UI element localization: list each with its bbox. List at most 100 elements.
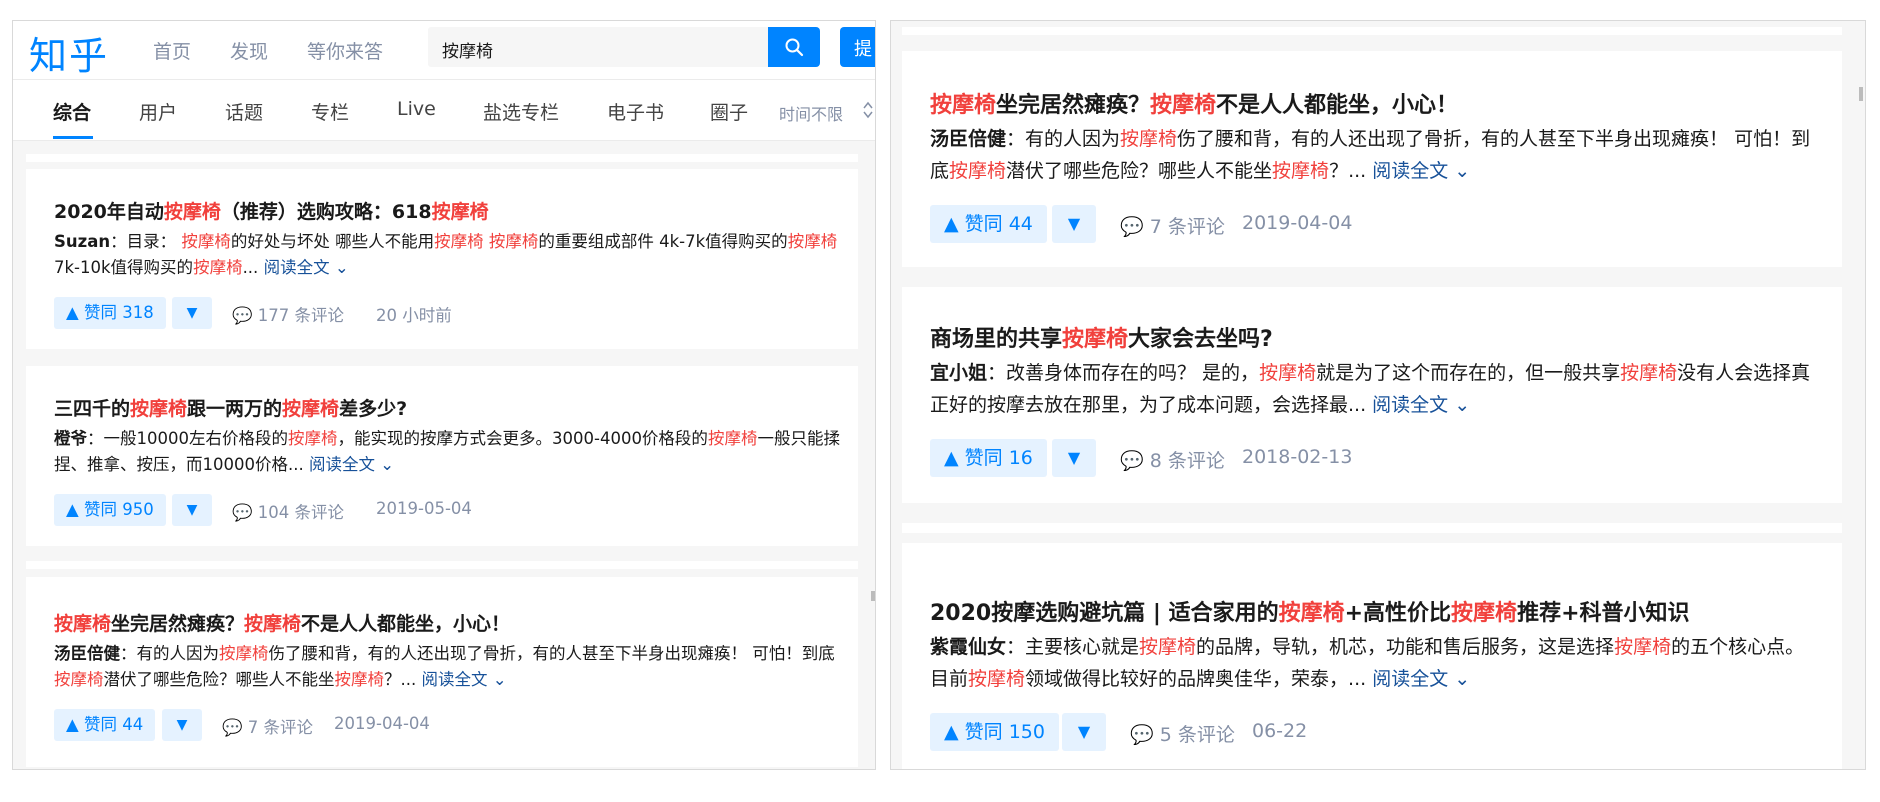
tab-circles[interactable]: 圈子	[710, 98, 748, 125]
right-screenshot-panel: 按摩椅坐完居然瘫痪？按摩椅不是人人都能坐，小心！ 汤臣倍健：有的人因为按摩椅伤了…	[890, 20, 1866, 770]
read-more-link[interactable]: 阅读全文 ⌄	[422, 670, 507, 689]
triangle-down-icon: ▼	[1077, 722, 1091, 741]
card-actions: ▲ 赞同 150 ▼ 💬 5 条评论 06-22	[930, 713, 1820, 751]
comments-link[interactable]: 💬 104 条评论	[232, 499, 344, 523]
upvote-button[interactable]: ▲ 赞同 44	[54, 709, 156, 741]
nav-waiting-answers[interactable]: 等你来答	[307, 37, 383, 64]
upvote-button[interactable]: ▲ 赞同 16	[930, 439, 1047, 477]
tab-columns[interactable]: 专栏	[311, 98, 349, 125]
search-icon	[785, 38, 804, 57]
read-more-link[interactable]: 阅读全文 ⌄	[264, 258, 349, 277]
chevron-down-icon: ⌄	[492, 670, 507, 690]
comments-link[interactable]: 💬 7 条评论	[1120, 212, 1225, 239]
result-card: 商场里的共享按摩椅大家会去坐吗? 宜小姐：改善身体而存在的吗？ 是的，按摩椅就是…	[902, 287, 1842, 503]
chevron-updown-icon[interactable]	[863, 100, 873, 120]
search-tabs: 综合 用户 话题 专栏 Live 盐选专栏 电子书 圈子 时间不限	[13, 80, 875, 141]
triangle-up-icon: ▲	[944, 213, 959, 235]
card-title[interactable]: 2020按摩选购避坑篇 | 适合家用的按摩椅+高性价比按摩椅推荐+科普小知识	[930, 595, 1690, 627]
upvote-button[interactable]: ▲ 赞同 150	[930, 713, 1059, 751]
nav-discover[interactable]: 发现	[230, 37, 268, 64]
post-time: 06-22	[1252, 720, 1308, 742]
comment-icon: 💬	[1120, 216, 1144, 238]
comments-link[interactable]: 💬 177 条评论	[232, 302, 344, 326]
author-name: 汤臣倍健	[54, 644, 120, 663]
card-title[interactable]: 商场里的共享按摩椅大家会去坐吗?	[930, 321, 1273, 353]
tab-salt-columns[interactable]: 盐选专栏	[483, 98, 559, 125]
comment-icon: 💬	[222, 718, 243, 737]
card-actions: ▲ 赞同 318 ▼ 💬 177 条评论 20 小时前	[54, 297, 844, 329]
tab-live[interactable]: Live	[397, 98, 436, 120]
tab-general[interactable]: 综合	[53, 98, 91, 125]
triangle-down-icon: ▼	[1067, 448, 1081, 467]
card-excerpt: 汤臣倍健：有的人因为按摩椅伤了腰和背，有的人还出现了骨折，有的人甚至下半身出现瘫…	[54, 644, 835, 690]
result-card: 2020年自动按摩椅（推荐）选购攻略：618按摩椅 Suzan：目录： 按摩椅的…	[26, 169, 858, 349]
triangle-down-icon: ▼	[186, 502, 198, 518]
author-name: 紫霞仙女	[930, 636, 1007, 658]
post-time: 2019-04-04	[1242, 212, 1353, 234]
downvote-button[interactable]: ▼	[1052, 205, 1096, 243]
comments-link[interactable]: 💬 7 条评论	[222, 714, 313, 738]
nav-home[interactable]: 首页	[153, 37, 191, 64]
downvote-button[interactable]: ▼	[1062, 713, 1106, 751]
downvote-button[interactable]: ▼	[1052, 439, 1096, 477]
top-header: 知乎 首页 发现 等你来答 按摩椅 提	[13, 21, 875, 80]
chevron-down-icon: ⌄	[380, 455, 395, 475]
active-tab-indicator	[53, 136, 93, 139]
read-more-link[interactable]: 阅读全文 ⌄	[1372, 160, 1470, 182]
card-title[interactable]: 2020年自动按摩椅（推荐）选购攻略：618按摩椅	[54, 197, 489, 224]
read-more-link[interactable]: 阅读全文 ⌄	[1372, 394, 1470, 416]
tab-topics[interactable]: 话题	[225, 98, 263, 125]
chevron-down-icon: ⌄	[1454, 160, 1471, 183]
search-button[interactable]	[768, 27, 820, 67]
downvote-button[interactable]: ▼	[162, 709, 202, 741]
post-time: 2019-05-04	[376, 499, 472, 518]
upvote-button[interactable]: ▲ 赞同 318	[54, 297, 166, 329]
ask-question-button[interactable]: 提	[840, 27, 875, 67]
card-separator	[26, 154, 858, 162]
comment-icon: 💬	[1130, 724, 1154, 746]
card-excerpt: 汤臣倍健：有的人因为按摩椅伤了腰和背，有的人还出现了骨折，有的人甚至下半身出现瘫…	[930, 128, 1811, 183]
read-more-link[interactable]: 阅读全文 ⌄	[1372, 668, 1470, 690]
card-title[interactable]: 按摩椅坐完居然瘫痪？按摩椅不是人人都能坐，小心！	[54, 609, 510, 636]
card-actions: ▲ 赞同 16 ▼ 💬 8 条评论 2018-02-13	[930, 439, 1820, 477]
left-screenshot-panel: 知乎 首页 发现 等你来答 按摩椅 提 综合 用户 话题 专栏 Live 盐选专…	[12, 20, 876, 770]
triangle-up-icon: ▲	[66, 303, 79, 322]
tab-users[interactable]: 用户	[139, 98, 177, 125]
card-excerpt: 紫霞仙女：主要核心就是按摩椅的品牌，导轨，机芯，功能和售后服务，这是选择按摩椅的…	[930, 636, 1805, 691]
triangle-up-icon: ▲	[944, 447, 959, 469]
post-time: 2018-02-13	[1242, 446, 1353, 468]
zhihu-logo[interactable]: 知乎	[29, 25, 109, 80]
time-filter-select[interactable]: 时间不限	[779, 101, 843, 125]
card-actions: ▲ 赞同 950 ▼ 💬 104 条评论 2019-05-04	[54, 494, 844, 526]
card-separator	[26, 561, 858, 569]
upvote-button[interactable]: ▲ 赞同 950	[54, 494, 166, 526]
comments-link[interactable]: 💬 8 条评论	[1120, 446, 1225, 473]
post-time: 20 小时前	[376, 306, 452, 325]
comments-link[interactable]: 💬 5 条评论	[1130, 720, 1235, 747]
card-title[interactable]: 按摩椅坐完居然瘫痪？按摩椅不是人人都能坐，小心！	[930, 87, 1458, 119]
scrollbar-thumb[interactable]	[1859, 87, 1863, 101]
card-excerpt: Suzan：目录： 按摩椅的好处与坏处 哪些人不能用按摩椅 按摩椅的重要组成部件…	[54, 232, 838, 278]
card-separator	[902, 523, 1842, 533]
chevron-down-icon: ⌄	[1454, 394, 1471, 417]
downvote-button[interactable]: ▼	[172, 494, 212, 526]
upvote-button[interactable]: ▲ 赞同 44	[930, 205, 1047, 243]
triangle-down-icon: ▼	[176, 717, 188, 733]
tab-ebooks[interactable]: 电子书	[607, 98, 664, 125]
comment-icon: 💬	[1120, 450, 1144, 472]
comment-icon: 💬	[232, 503, 253, 522]
card-actions: ▲ 赞同 44 ▼ 💬 7 条评论 2019-04-04	[54, 709, 844, 741]
chevron-down-icon: ⌄	[1454, 668, 1471, 691]
search-input-value: 按摩椅	[442, 42, 493, 62]
card-title[interactable]: 三四千的按摩椅跟一两万的按摩椅差多少?	[54, 394, 407, 421]
search-input[interactable]: 按摩椅	[428, 27, 768, 67]
chevron-down-icon: ⌄	[334, 258, 349, 278]
downvote-button[interactable]: ▼	[172, 297, 212, 329]
read-more-link[interactable]: 阅读全文 ⌄	[309, 455, 394, 474]
scrollbar-thumb[interactable]	[871, 591, 875, 601]
card-excerpt: 宜小姐：改善身体而存在的吗？ 是的，按摩椅就是为了这个而存在的，但一般共享按摩椅…	[930, 362, 1811, 417]
result-card: 按摩椅坐完居然瘫痪？按摩椅不是人人都能坐，小心！ 汤臣倍健：有的人因为按摩椅伤了…	[902, 51, 1842, 267]
card-excerpt: 橙爷：一般10000左右价格段的按摩椅，能实现的按摩方式会更多。3000-400…	[54, 429, 840, 475]
card-separator	[902, 27, 1842, 35]
card-actions: ▲ 赞同 44 ▼ 💬 7 条评论 2019-04-04	[930, 205, 1820, 243]
